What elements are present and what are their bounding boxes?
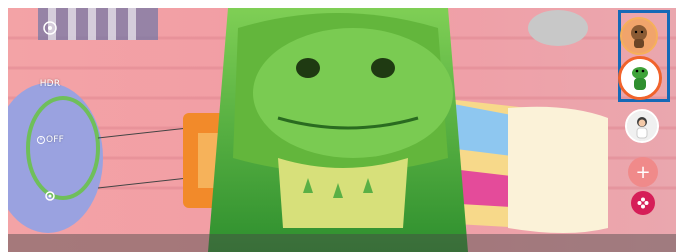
camera-preview	[8, 8, 676, 252]
left-control-column: HDR OFF	[32, 14, 68, 210]
timer-toggle-button[interactable]: OFF	[36, 126, 64, 154]
plus-icon: +	[635, 161, 651, 183]
dino-sticker[interactable]	[618, 56, 662, 100]
gear-icon	[45, 191, 55, 201]
bottom-mode-bar	[8, 234, 676, 252]
flower-icon	[637, 197, 649, 209]
person-sticker[interactable]	[625, 109, 659, 143]
camera-viewfinder-frame: HDR OFF +	[8, 8, 676, 252]
sticker-tray: +	[612, 8, 676, 252]
hdr-toggle-button[interactable]: HDR	[36, 70, 64, 98]
add-sticker-button[interactable]: +	[628, 157, 658, 187]
timer-label: OFF	[45, 135, 64, 145]
hdr-label: HDR	[39, 79, 61, 89]
settings-button[interactable]	[36, 182, 64, 210]
bear-sticker[interactable]	[620, 17, 658, 55]
flower-button[interactable]	[631, 191, 655, 215]
top-setting-icon[interactable]	[36, 14, 64, 42]
